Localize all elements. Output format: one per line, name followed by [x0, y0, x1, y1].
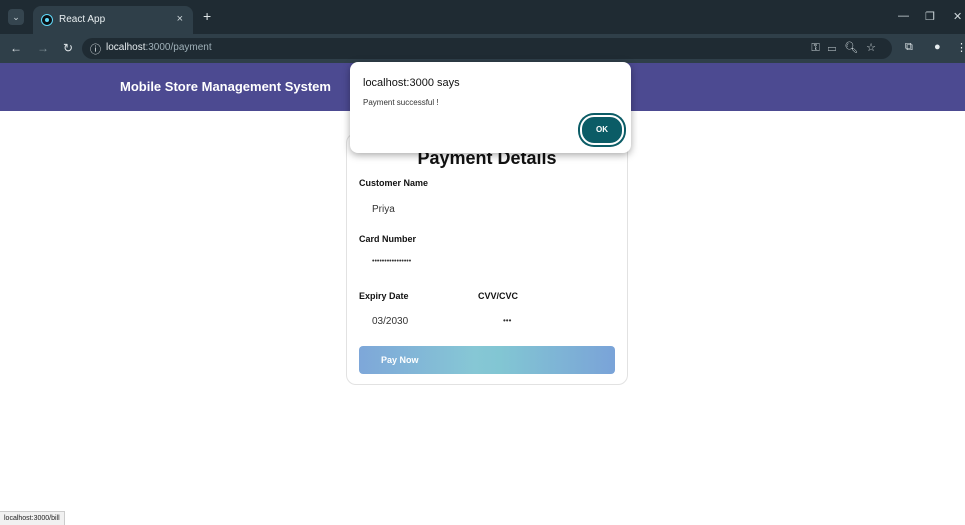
- alert-dialog: localhost:3000 says Payment successful !…: [350, 62, 631, 153]
- app-title: Mobile Store Management System: [120, 79, 331, 94]
- customer-name-input[interactable]: Priya: [372, 204, 395, 215]
- site-info-icon[interactable]: ⓘ: [90, 41, 101, 57]
- restore-icon[interactable]: ❐: [925, 10, 935, 23]
- customer-name-label: Customer Name: [359, 178, 429, 188]
- profile-icon[interactable]: ●: [934, 41, 941, 53]
- payment-card: Payment Details Customer Name Priya Card…: [346, 133, 628, 385]
- menu-icon[interactable]: ⋮: [956, 41, 965, 54]
- url-path: :3000/payment: [145, 42, 212, 53]
- back-icon[interactable]: ←: [10, 41, 22, 55]
- status-bar-url: localhost:3000/bill: [0, 511, 65, 525]
- password-key-icon[interactable]: ⚿: [811, 42, 827, 54]
- dialog-title: localhost:3000 says: [363, 77, 460, 89]
- browser-window: ⌄ React App × + — ❐ ✕ ← → ↻ ⓘ localhost:…: [0, 0, 965, 525]
- tab-title: React App: [59, 14, 106, 25]
- cvv-input[interactable]: •••: [503, 316, 511, 325]
- pay-now-label: Pay Now: [381, 355, 419, 365]
- zoom-icon[interactable]: 🔍︎: [844, 42, 866, 54]
- card-number-input[interactable]: ••••••••••••••••: [372, 258, 411, 265]
- tab-search-icon[interactable]: ⌄: [8, 9, 24, 25]
- card-number-label: Card Number: [359, 234, 417, 244]
- window-close-icon[interactable]: ✕: [953, 10, 962, 23]
- browser-toolbar: ← → ↻ ⓘ localhost:3000/payment ⚿▭🔍︎☆ ⧉ ●…: [0, 34, 965, 63]
- address-bar-actions: ⚿▭🔍︎☆: [811, 41, 884, 55]
- extensions-icon[interactable]: ⧉: [905, 41, 913, 54]
- tab-react-app[interactable]: React App ×: [33, 6, 193, 34]
- cast-icon[interactable]: ▭: [828, 42, 844, 54]
- pay-now-button[interactable]: Pay Now: [359, 346, 615, 374]
- forward-icon[interactable]: →: [37, 41, 49, 55]
- tab-close-icon[interactable]: ×: [177, 13, 183, 25]
- reload-icon[interactable]: ↻: [63, 41, 73, 55]
- address-bar[interactable]: ⓘ localhost:3000/payment ⚿▭🔍︎☆: [82, 38, 892, 59]
- dialog-message: Payment successful !: [363, 98, 439, 107]
- minimize-icon[interactable]: —: [898, 10, 909, 22]
- ok-button[interactable]: OK: [580, 115, 624, 145]
- tab-strip: ⌄ React App × + — ❐ ✕: [0, 0, 965, 34]
- url-host: localhost: [106, 42, 146, 53]
- expiry-date-label: Expiry Date: [359, 291, 409, 301]
- url-text: localhost:3000/payment: [106, 42, 212, 53]
- cvv-label: CVV/CVC: [478, 291, 519, 301]
- bookmark-star-icon[interactable]: ☆: [866, 42, 884, 54]
- expiry-date-input[interactable]: 03/2030: [372, 316, 408, 327]
- new-tab-icon[interactable]: +: [203, 8, 211, 24]
- react-favicon-icon: [41, 14, 53, 26]
